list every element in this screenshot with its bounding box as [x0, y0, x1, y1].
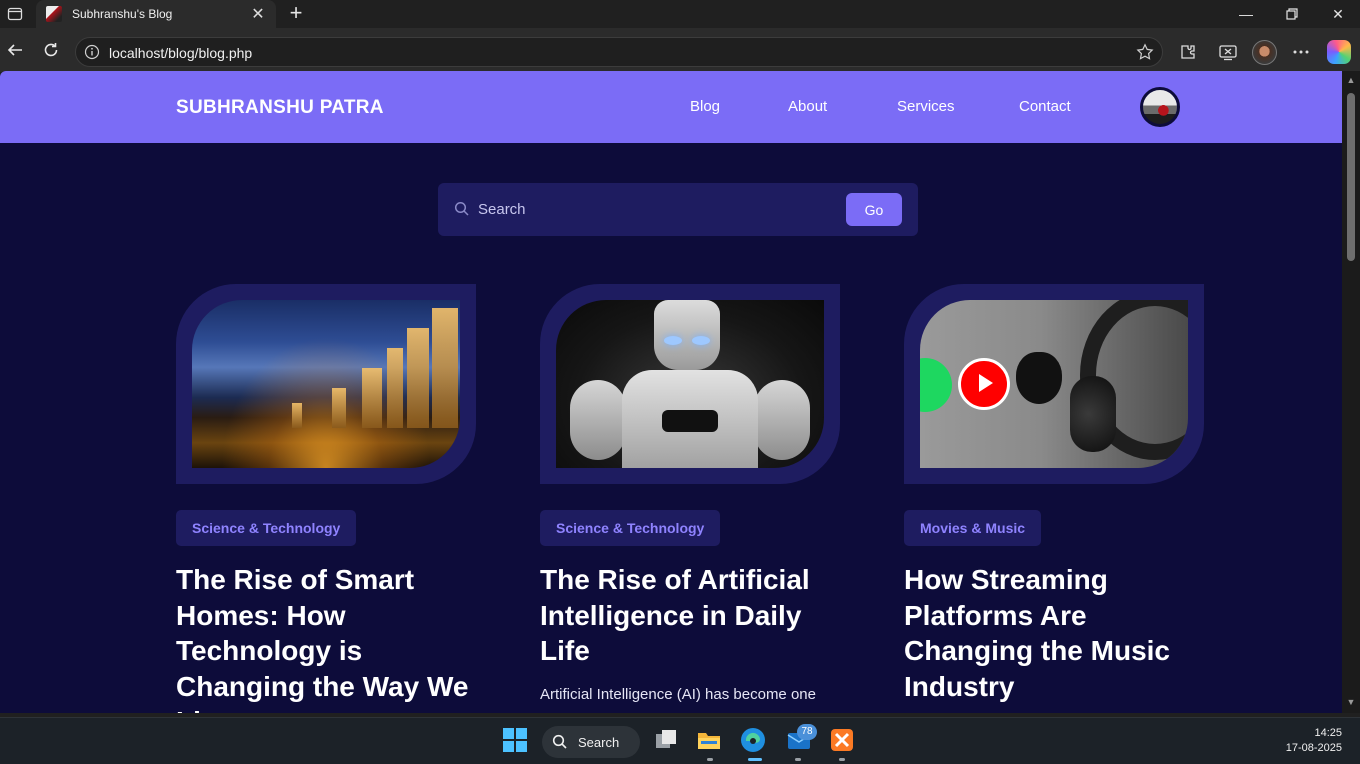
- post-thumbnail-frame: [540, 284, 840, 484]
- clock-time: 14:25: [1314, 727, 1342, 739]
- nav-contact[interactable]: Contact: [1019, 98, 1071, 115]
- post-excerpt: Artificial Intelligence (AI) has become …: [540, 686, 816, 703]
- search-icon: [552, 734, 567, 749]
- minimize-icon[interactable]: —: [1223, 0, 1269, 28]
- refresh-icon[interactable]: [39, 38, 63, 62]
- taskbar: Search 78 14:25 17-08-2025: [0, 717, 1360, 764]
- taskbar-search[interactable]: Search: [542, 726, 640, 758]
- windows-start-icon[interactable]: [502, 727, 530, 755]
- address-bar[interactable]: localhost/blog/blog.php: [75, 37, 1163, 67]
- active-tab[interactable]: Subhranshu's Blog ✕: [36, 0, 276, 28]
- system-clock[interactable]: 14:25 17-08-2025: [1286, 726, 1342, 756]
- scrollbar-thumb[interactable]: [1347, 93, 1355, 261]
- profile-avatar[interactable]: [1252, 40, 1277, 65]
- search-icon: [454, 201, 470, 217]
- user-avatar[interactable]: [1140, 87, 1180, 127]
- xampp-icon[interactable]: [829, 727, 857, 755]
- post-image-music[interactable]: [920, 300, 1188, 468]
- nav-services[interactable]: Services: [897, 98, 955, 115]
- post-image-robot[interactable]: [556, 300, 824, 468]
- post-title[interactable]: How Streaming Platforms Are Changing the…: [904, 562, 1204, 704]
- post-category-badge[interactable]: Science & Technology: [176, 510, 357, 546]
- scroll-up-icon[interactable]: ▲: [1346, 75, 1356, 85]
- apple-logo-icon: [1016, 352, 1062, 404]
- search-bar: Go: [438, 183, 918, 236]
- running-indicator: [839, 758, 845, 761]
- running-indicator: [795, 758, 801, 761]
- tab-title: Subhranshu's Blog: [72, 7, 173, 21]
- youtube-music-logo-icon: [958, 358, 1010, 410]
- new-tab-icon[interactable]: +: [284, 2, 308, 26]
- post-thumbnail-frame: [176, 284, 476, 484]
- running-indicator: [707, 758, 713, 761]
- edge-browser-icon[interactable]: [740, 727, 768, 755]
- post-category-badge[interactable]: Movies & Music: [904, 510, 1042, 546]
- favorite-star-icon[interactable]: [1136, 43, 1154, 61]
- nav-blog[interactable]: Blog: [690, 98, 720, 115]
- post-title[interactable]: The Rise of Artificial Intelligence in D…: [540, 562, 840, 669]
- site-info-icon[interactable]: [84, 44, 100, 60]
- close-window-icon[interactable]: ✕: [1315, 0, 1360, 28]
- browser-tab-bar: Subhranshu's Blog ✕ + — ✕: [0, 0, 1360, 28]
- site-brand[interactable]: SUBHRANSHU PATRA: [176, 97, 384, 119]
- post-category-badge[interactable]: Science & Technology: [540, 510, 721, 546]
- url-text: localhost/blog/blog.php: [109, 45, 253, 61]
- page-scrollbar[interactable]: ▲ ▼: [1342, 71, 1360, 713]
- tab-actions-icon[interactable]: [4, 4, 26, 24]
- screenshot-icon[interactable]: [1216, 40, 1240, 64]
- scroll-down-icon[interactable]: ▼: [1346, 697, 1356, 707]
- post-thumbnail-frame: [904, 284, 1204, 484]
- taskbar-search-label: Search: [578, 734, 620, 750]
- restore-icon[interactable]: [1269, 0, 1315, 28]
- tab-close-icon[interactable]: ✕: [248, 4, 268, 24]
- more-menu-icon[interactable]: [1289, 40, 1313, 64]
- search-input[interactable]: [478, 197, 838, 221]
- post-title[interactable]: The Rise of Smart Homes: How Technology …: [176, 562, 476, 713]
- page-viewport: SUBHRANSHU PATRA Blog About Services Con…: [0, 71, 1342, 713]
- active-indicator: [748, 758, 762, 761]
- post-image-city[interactable]: [192, 300, 460, 468]
- spotify-logo-icon: [920, 358, 952, 412]
- mail-badge-count: 78: [797, 724, 817, 740]
- copilot-icon[interactable]: [1327, 40, 1351, 64]
- file-explorer-icon[interactable]: [696, 727, 724, 755]
- site-header: SUBHRANSHU PATRA Blog About Services Con…: [0, 71, 1342, 143]
- back-icon[interactable]: [3, 38, 27, 62]
- nav-about[interactable]: About: [788, 98, 827, 115]
- task-view-icon[interactable]: [653, 727, 681, 755]
- search-go-button[interactable]: Go: [846, 193, 902, 226]
- tab-favicon-icon: [46, 6, 62, 22]
- extensions-icon[interactable]: [1176, 40, 1200, 64]
- clock-date: 17-08-2025: [1285, 742, 1342, 754]
